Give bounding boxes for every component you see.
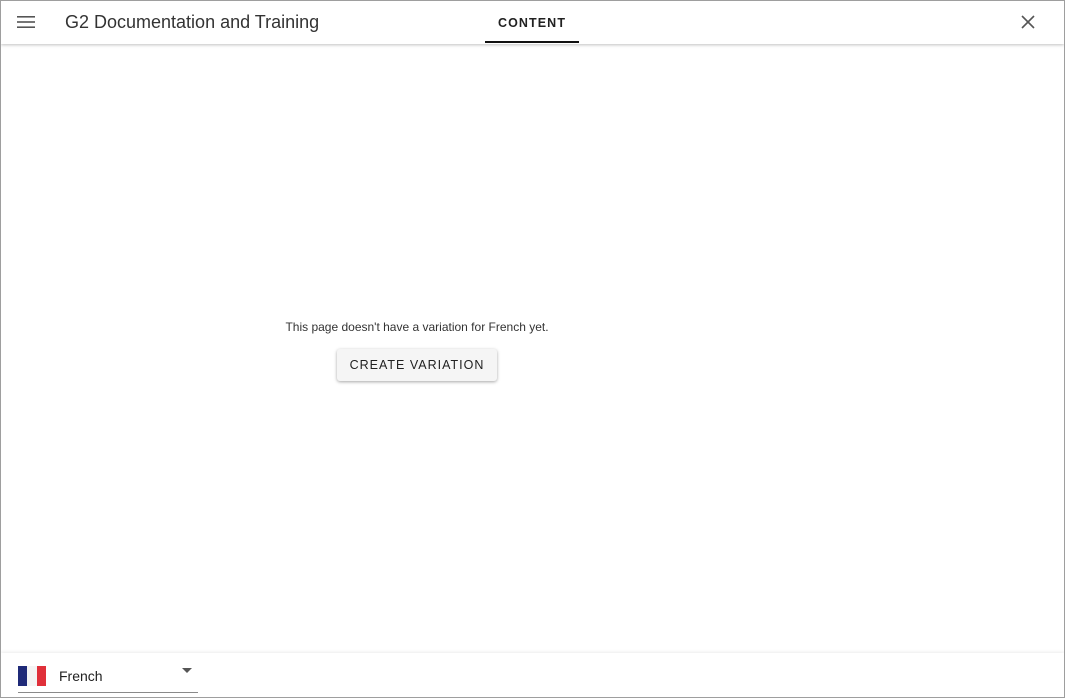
create-variation-button[interactable]: CREATE VARIATION — [337, 349, 497, 381]
dropdown-caret-icon — [182, 668, 192, 673]
close-icon — [1021, 15, 1035, 29]
empty-variation-message: This page doesn't have a variation for F… — [285, 320, 549, 334]
language-selected-label: French — [59, 668, 103, 684]
hamburger-menu-icon — [17, 16, 35, 28]
flag-stripe-red — [36, 666, 46, 686]
tab-content[interactable]: CONTENT — [485, 1, 579, 44]
close-button[interactable] — [1013, 7, 1043, 37]
french-flag-icon — [18, 666, 46, 686]
language-select[interactable]: French — [18, 659, 198, 693]
top-app-bar: G2 Documentation and Training CONTENT — [1, 1, 1064, 44]
app-window: G2 Documentation and Training CONTENT Th… — [0, 0, 1065, 698]
menu-button[interactable] — [11, 7, 41, 37]
app-title: G2 Documentation and Training — [65, 12, 320, 32]
flag-stripe-white — [27, 666, 37, 686]
flag-stripe-blue — [18, 666, 28, 686]
footer-bar: French — [1, 653, 1064, 697]
content-area: This page doesn't have a variation for F… — [1, 44, 1064, 653]
active-tab-indicator — [485, 41, 579, 43]
